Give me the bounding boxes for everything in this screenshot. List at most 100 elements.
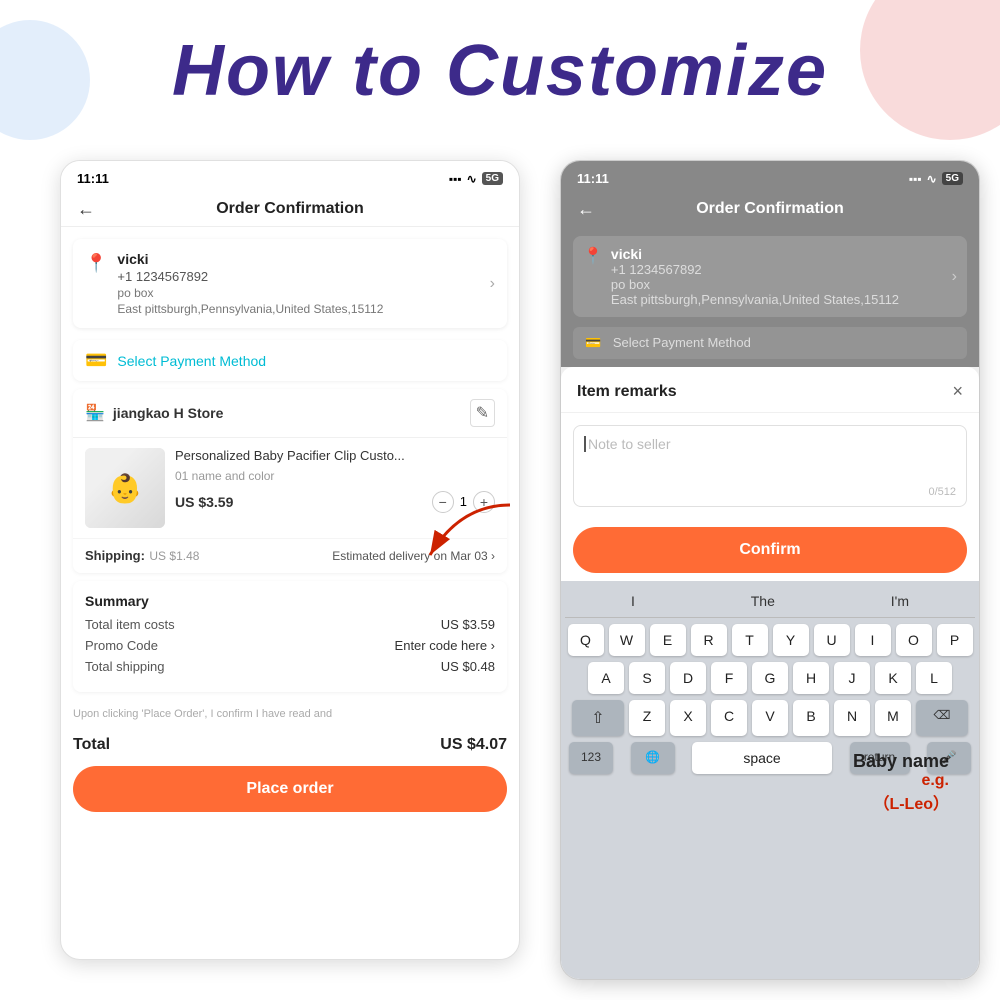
summary-shipping-row: Total shipping US $0.48 (85, 659, 495, 674)
key-w[interactable]: W (609, 624, 645, 656)
main-title: How to Customize (0, 30, 1000, 112)
left-back-button[interactable]: ← (77, 199, 95, 220)
key-l[interactable]: L (916, 662, 952, 694)
key-o[interactable]: O (896, 624, 932, 656)
address-line1: po box (117, 286, 479, 300)
key-j[interactable]: J (834, 662, 870, 694)
address-card: 📍 vicki +1 1234567892 po box East pittsb… (73, 239, 507, 328)
product-row: 👶 Personalized Baby Pacifier Clip Custo.… (73, 438, 507, 538)
keyboard-row-2: A S D F G H J K L (565, 662, 975, 694)
total-value: US $4.07 (440, 736, 507, 754)
key-space[interactable]: space (692, 742, 832, 774)
baby-name-example: （L-Leo） (853, 790, 949, 814)
key-m[interactable]: M (875, 700, 911, 736)
address-name: vicki (117, 251, 479, 267)
keyboard-suggestions: I The I'm (565, 589, 975, 618)
summary-title: Summary (85, 593, 495, 609)
baby-name-title: Baby name (853, 751, 949, 772)
right-status-icons: ▪▪▪ ∿ 5G (909, 172, 963, 186)
suggestion-the[interactable]: The (751, 593, 775, 609)
modal-title: Item remarks (577, 383, 677, 401)
dimmed-area: 11:11 ▪▪▪ ∿ 5G ← Order Confirmation 📍 vi… (561, 161, 979, 367)
key-u[interactable]: U (814, 624, 850, 656)
key-r[interactable]: R (691, 624, 727, 656)
address-chevron[interactable]: › (490, 275, 495, 293)
suggestion-im[interactable]: I'm (891, 593, 909, 609)
qty-control: − 1 + (432, 491, 495, 513)
key-g[interactable]: G (752, 662, 788, 694)
summary-shipping-label: Total shipping (85, 659, 165, 674)
payment-row[interactable]: 💳 Select Payment Method (73, 340, 507, 381)
key-d[interactable]: D (670, 662, 706, 694)
right-address-line2: East pittsburgh,Pennsylvania,United Stat… (611, 292, 899, 307)
left-nav-bar: ← Order Confirmation (61, 192, 519, 227)
key-x[interactable]: X (670, 700, 706, 736)
battery-badge: 5G (482, 172, 503, 185)
product-image: 👶 (85, 448, 165, 528)
key-v[interactable]: V (752, 700, 788, 736)
key-i[interactable]: I (855, 624, 891, 656)
right-nav: ← Order Confirmation (561, 192, 979, 226)
right-back-button[interactable]: ← (577, 199, 595, 220)
key-b[interactable]: B (793, 700, 829, 736)
shipping-left: Shipping: US $1.48 (85, 547, 199, 565)
key-h[interactable]: H (793, 662, 829, 694)
baby-name-eg: e.g. (853, 772, 949, 790)
right-nav-title: Order Confirmation (696, 200, 844, 218)
address-info: vicki +1 1234567892 po box East pittsbur… (117, 251, 479, 316)
right-address-phone: +1 1234567892 (611, 262, 899, 277)
right-time: 11:11 (577, 171, 609, 186)
store-section: 🏪 jiangkao H Store ✎ 👶 Personalized Baby… (73, 389, 507, 573)
note-input-area: Note to seller (584, 436, 956, 496)
promo-label: Promo Code (85, 638, 158, 653)
key-p[interactable]: P (937, 624, 973, 656)
key-globe[interactable]: 🌐 (631, 742, 675, 774)
key-n[interactable]: N (834, 700, 870, 736)
address-row: 📍 vicki +1 1234567892 po box East pittsb… (85, 251, 495, 316)
footer-note: Upon clicking 'Place Order', I confirm I… (61, 700, 519, 728)
summary-item-label: Total item costs (85, 617, 175, 632)
qty-value: 1 (460, 494, 467, 509)
note-placeholder: Note to seller (588, 436, 670, 452)
modal-close-button[interactable]: × (952, 381, 963, 402)
right-address-card: 📍 vicki +1 1234567892 po box East pittsb… (573, 236, 967, 317)
shipping-cost: US $1.48 (149, 549, 199, 563)
key-k[interactable]: K (875, 662, 911, 694)
key-backspace[interactable]: ⌫ (916, 700, 968, 736)
suggestion-i[interactable]: I (631, 593, 635, 609)
right-phone-content: 11:11 ▪▪▪ ∿ 5G ← Order Confirmation 📍 vi… (561, 161, 979, 979)
store-name-row: 🏪 jiangkao H Store (85, 403, 223, 423)
key-y[interactable]: Y (773, 624, 809, 656)
summary-item-value: US $3.59 (441, 617, 495, 632)
key-s[interactable]: S (629, 662, 665, 694)
right-wifi-icon: ∿ (927, 172, 937, 186)
summary-item-row: Total item costs US $3.59 (85, 617, 495, 632)
key-c[interactable]: C (711, 700, 747, 736)
place-order-button[interactable]: Place order (73, 766, 507, 812)
qty-decrease[interactable]: − (432, 491, 454, 513)
note-area[interactable]: Note to seller 0/512 (573, 425, 967, 507)
right-payment-icon: 💳 (585, 335, 601, 350)
keyboard-row-3: ⇧ Z X C V B N M ⌫ (565, 700, 975, 736)
product-info: Personalized Baby Pacifier Clip Custo...… (175, 448, 495, 528)
location-icon: 📍 (85, 253, 107, 274)
key-t[interactable]: T (732, 624, 768, 656)
key-z[interactable]: Z (629, 700, 665, 736)
product-title: Personalized Baby Pacifier Clip Custo... (175, 448, 495, 465)
baby-name-annotation: Baby name e.g. （L-Leo） (853, 751, 949, 814)
key-q[interactable]: Q (568, 624, 604, 656)
confirm-button[interactable]: Confirm (573, 527, 967, 573)
qty-increase[interactable]: + (473, 491, 495, 513)
modal-header: Item remarks × (561, 367, 979, 413)
key-numbers[interactable]: 123 (569, 742, 613, 774)
edit-icon[interactable]: ✎ (470, 399, 495, 427)
item-remarks-modal: Item remarks × Note to seller 0/512 Baby… (561, 367, 979, 979)
key-shift[interactable]: ⇧ (572, 700, 624, 736)
left-nav-title: Order Confirmation (216, 200, 364, 218)
key-e[interactable]: E (650, 624, 686, 656)
key-a[interactable]: A (588, 662, 624, 694)
payment-text: Select Payment Method (117, 353, 266, 369)
key-f[interactable]: F (711, 662, 747, 694)
keyboard-row-1: Q W E R T Y U I O P (565, 624, 975, 656)
summary-promo-row[interactable]: Promo Code Enter code here › (85, 638, 495, 653)
